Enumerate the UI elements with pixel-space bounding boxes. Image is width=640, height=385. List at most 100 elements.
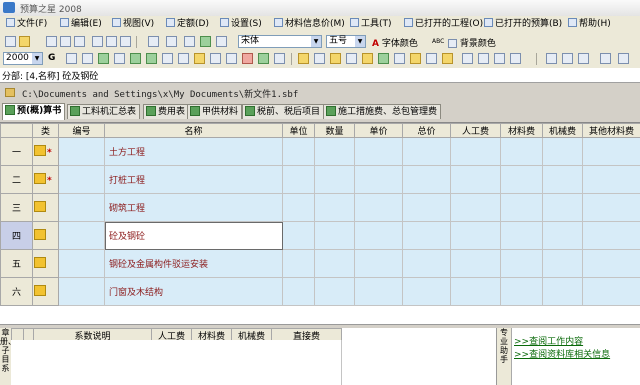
menu-open-budgets[interactable]: 已打开的预算(B) <box>484 18 562 31</box>
menu-file[interactable]: 文件(F) <box>6 18 47 31</box>
tool-icon-30[interactable] <box>562 53 573 64</box>
row-type[interactable] <box>32 221 59 250</box>
machine-cell[interactable] <box>542 137 583 166</box>
total-cell[interactable] <box>402 221 451 250</box>
add-row-icon[interactable] <box>200 36 211 47</box>
tool-icon-29[interactable] <box>546 53 557 64</box>
labor-cell[interactable] <box>450 221 501 250</box>
labor-cell[interactable] <box>450 165 501 194</box>
price-cell[interactable] <box>354 221 403 250</box>
menu-settings[interactable]: 设置(S) <box>220 18 262 31</box>
qty-cell[interactable] <box>314 137 355 166</box>
tool-icon-21[interactable] <box>394 53 405 64</box>
name-cell[interactable]: 砼及钢砼 <box>104 221 283 250</box>
total-cell[interactable] <box>402 277 451 306</box>
tool-icon-4[interactable] <box>114 53 125 64</box>
font-name-select[interactable]: 宋体 ▼ <box>238 35 322 48</box>
other-material-cell[interactable] <box>582 193 640 222</box>
row-type[interactable]: * <box>32 137 59 166</box>
code-cell[interactable] <box>58 277 105 306</box>
name-cell[interactable]: 土方工程 <box>104 137 283 166</box>
tool-icon-27[interactable] <box>494 53 505 64</box>
column-header[interactable]: 人工费 <box>450 123 501 138</box>
tool-icon-31[interactable] <box>578 53 589 64</box>
menu-material-price[interactable]: 材料信息价(M) <box>274 18 345 31</box>
copy-icon[interactable] <box>148 36 159 47</box>
material-cell[interactable] <box>500 193 543 222</box>
material-cell[interactable] <box>500 277 543 306</box>
material-cell[interactable] <box>500 221 543 250</box>
corner-cell[interactable] <box>0 123 33 138</box>
machine-cell[interactable] <box>542 277 583 306</box>
tool-icon-22[interactable] <box>410 53 421 64</box>
unit-cell[interactable] <box>282 137 315 166</box>
column-header[interactable]: 编号 <box>58 123 105 138</box>
machine-cell[interactable] <box>542 193 583 222</box>
other-material-cell[interactable] <box>582 277 640 306</box>
tool-icon-11[interactable] <box>226 53 237 64</box>
other-material-cell[interactable] <box>582 249 640 278</box>
unit-cell[interactable] <box>282 165 315 194</box>
machine-cell[interactable] <box>542 249 583 278</box>
tool-icon-5[interactable] <box>130 53 141 64</box>
qty-cell[interactable] <box>314 221 355 250</box>
price-cell[interactable] <box>354 249 403 278</box>
other-material-cell[interactable] <box>582 165 640 194</box>
grid-icon[interactable] <box>216 36 227 47</box>
view-work-content-link[interactable]: >>查阅工作内容 <box>514 334 583 347</box>
tool-icon-24[interactable] <box>442 53 453 64</box>
tool-icon-23[interactable] <box>426 53 437 64</box>
qty-cell[interactable] <box>314 193 355 222</box>
unit-cell[interactable] <box>282 277 315 306</box>
print-preview-icon[interactable] <box>92 36 103 47</box>
row-type[interactable] <box>32 277 59 306</box>
machine-cell[interactable] <box>542 221 583 250</box>
tool-icon-1[interactable] <box>66 53 77 64</box>
labor-cell[interactable] <box>450 277 501 306</box>
code-cell[interactable] <box>58 165 105 194</box>
print-icon[interactable] <box>106 36 117 47</box>
row-number[interactable]: 一 <box>0 137 33 166</box>
name-cell[interactable]: 砌筑工程 <box>104 193 283 222</box>
tool-icon-20[interactable] <box>378 53 389 64</box>
document-icon[interactable] <box>74 36 85 47</box>
material-cell[interactable] <box>500 137 543 166</box>
column-header[interactable]: 其他材料费 <box>582 123 640 138</box>
export-icon[interactable] <box>120 36 131 47</box>
name-cell[interactable]: 打桩工程 <box>104 165 283 194</box>
font-size-select[interactable]: 五号 ▼ <box>326 35 366 48</box>
tool-icon-17[interactable] <box>330 53 341 64</box>
table-row[interactable]: 二 * 打桩工程 <box>0 165 640 194</box>
tool-icon-12[interactable] <box>242 53 253 64</box>
total-cell[interactable] <box>402 249 451 278</box>
tool-icon-25[interactable] <box>462 53 473 64</box>
total-cell[interactable] <box>402 193 451 222</box>
abc-button[interactable]: ABC <box>432 38 444 45</box>
labor-cell[interactable] <box>450 193 501 222</box>
labor-cell[interactable] <box>450 137 501 166</box>
cut-icon[interactable] <box>166 36 177 47</box>
code-cell[interactable] <box>58 221 105 250</box>
table-row[interactable]: 一 * 土方工程 <box>0 137 640 166</box>
labor-cell[interactable] <box>450 249 501 278</box>
tool-icon-9[interactable] <box>194 53 205 64</box>
qty-cell[interactable] <box>314 165 355 194</box>
column-header[interactable]: 数量 <box>314 123 355 138</box>
tool-icon-7[interactable] <box>162 53 173 64</box>
name-cell[interactable]: 钢砼及金属构件驳运安装 <box>104 249 283 278</box>
column-header[interactable]: 总价 <box>402 123 451 138</box>
save-icon[interactable] <box>46 36 57 47</box>
tab-pre-post-tax-items[interactable]: 税前、税后项目 <box>242 104 325 119</box>
bg-color-button[interactable]: 背景颜色 <box>448 36 496 49</box>
font-color-button[interactable]: A 字体颜色 <box>372 36 418 49</box>
tool-icon-2[interactable] <box>82 53 93 64</box>
code-cell[interactable] <box>58 249 105 278</box>
tab-labor-material-summary[interactable]: 工料机汇总表 <box>67 104 141 119</box>
formula-bar[interactable]: 分部: [4,名称] 砼及钢砼 <box>0 68 640 83</box>
table-row[interactable]: 三 砌筑工程 <box>0 193 640 222</box>
menu-view[interactable]: 视图(V) <box>112 18 154 31</box>
row-type[interactable] <box>32 249 59 278</box>
total-cell[interactable] <box>402 165 451 194</box>
tab-budget-book[interactable]: 预(概)算书 <box>2 103 66 120</box>
table-row[interactable]: 六 门窗及木结构 <box>0 277 640 306</box>
